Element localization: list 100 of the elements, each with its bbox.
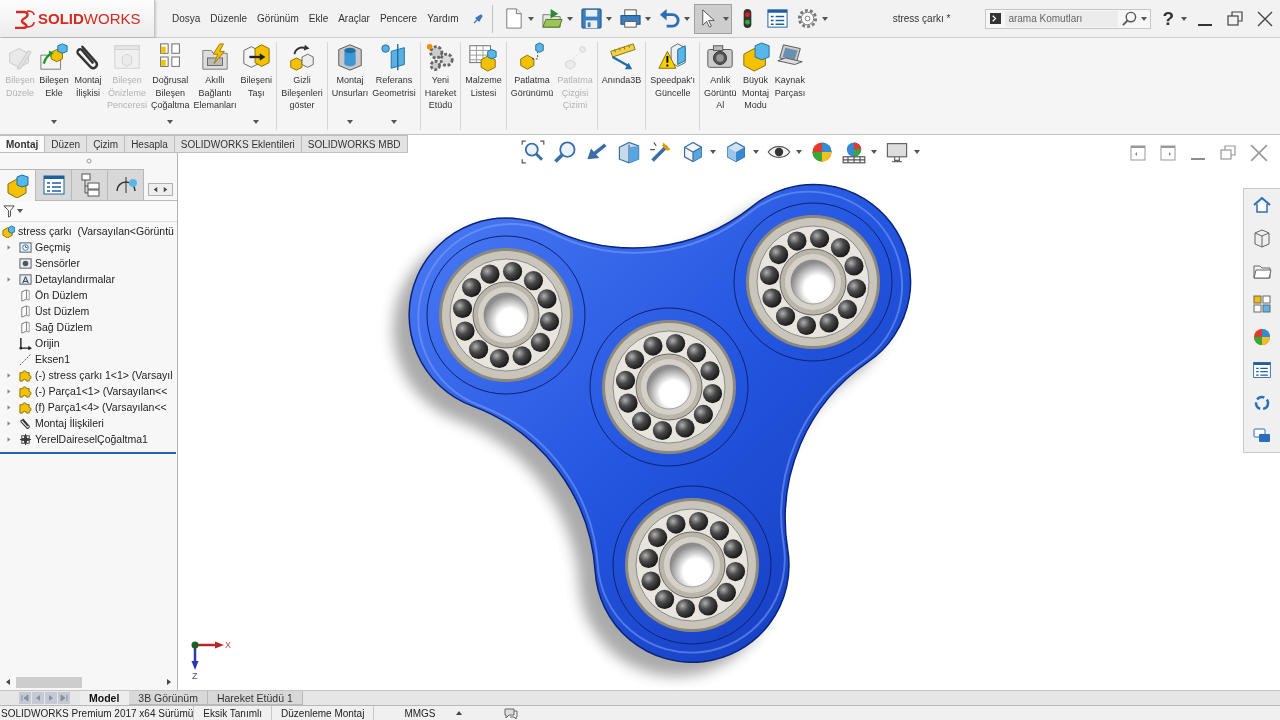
expand-arrow-icon[interactable] <box>5 435 12 443</box>
assembly-block-icon <box>5 173 30 198</box>
tree-item[interactable]: Orijin <box>3 335 60 351</box>
tree-item[interactable]: Detaylandırmalar <box>3 271 115 287</box>
tree-item[interactable]: Montaj İlişkileri <box>3 415 104 431</box>
toolbar-button[interactable] <box>693 3 732 34</box>
dashed-ring-icon[interactable] <box>1252 393 1272 413</box>
ribbon-button[interactable]: Speedpak'ı Güncelle <box>648 42 698 130</box>
ribbon-button[interactable]: Anında3B <box>599 42 644 130</box>
tile-right-icon[interactable] <box>1160 145 1176 161</box>
expand-arrow-icon[interactable] <box>5 387 12 395</box>
tab-scroller[interactable] <box>148 183 173 196</box>
ribbon-button[interactable]: Bileşeni Taşı <box>238 42 275 130</box>
ribbon-button[interactable]: Kaynak Parçası <box>772 42 808 130</box>
magnifier-frame-icon <box>521 140 545 164</box>
view-tool-button[interactable] <box>841 139 878 165</box>
ribbon-button[interactable]: Anlık Görüntü Al <box>702 42 739 130</box>
ribbon-button[interactable]: Büyük Montaj Modu <box>738 42 773 130</box>
restore-icon[interactable] <box>1220 145 1236 161</box>
command-tab[interactable]: SOLIDWORKS Eklentileri <box>174 135 302 153</box>
tree-item[interactable]: (f) Parça1<4> (Varsayılan<< <box>3 399 167 415</box>
tree-item[interactable]: Geçmiş <box>3 239 71 255</box>
ribbon-button[interactable]: Montaj Unsurları <box>329 42 371 130</box>
status-field: Düzenleme Montaj <box>271 706 374 720</box>
menu-item[interactable]: Düzenle <box>210 13 248 24</box>
scrollbar-thumb[interactable] <box>16 676 82 688</box>
tree-item[interactable]: YerelDaireselÇoğaltma1 <box>3 431 148 447</box>
ribbon-button[interactable]: Patlatma Görünümü <box>508 42 556 130</box>
command-tab[interactable]: Çizim <box>87 135 126 153</box>
box-icon[interactable] <box>1252 228 1272 248</box>
ribbon-button[interactable]: Referans Geometrisi <box>370 42 418 130</box>
x-axis-arrow <box>195 641 224 649</box>
gear-icon <box>795 7 819 30</box>
color-ball-icon[interactable] <box>1252 327 1272 347</box>
menu-item[interactable]: Ekle <box>308 13 329 24</box>
menu-item[interactable]: Yardım <box>427 13 459 24</box>
tree-item[interactable]: Sağ Düzlem <box>3 319 93 335</box>
command-tab[interactable]: Düzen <box>45 135 88 153</box>
pin-icon[interactable] <box>472 13 483 24</box>
panel-tab[interactable] <box>0 169 36 201</box>
menu-item[interactable]: Görünüm <box>257 13 299 24</box>
expand-arrow-icon[interactable] <box>5 403 12 411</box>
menu-item[interactable]: Dosya <box>172 13 201 24</box>
panel-tab[interactable] <box>36 169 72 200</box>
model-tab[interactable]: Model <box>80 691 130 705</box>
tree-item[interactable]: Sensörler <box>3 255 80 271</box>
tree-item[interactable]: Üst Düzlem <box>3 303 90 319</box>
model-tab[interactable]: Hareket Etüdü 1 <box>207 691 303 705</box>
tree-item[interactable]: (-) stress çarkı 1<1> (Varsayıl <box>3 367 173 383</box>
list-icon <box>41 173 66 197</box>
pattern-icon <box>19 432 32 446</box>
folder-letter-icon <box>19 272 32 286</box>
ribbon-button[interactable]: Yeni Hareket Etüdü <box>422 42 459 130</box>
ribbon-button[interactable]: Bileşen Ekle <box>37 42 71 130</box>
expand-arrow-icon[interactable] <box>5 243 12 251</box>
ribbon-button[interactable]: Gizli Bileşenleri göster <box>279 42 325 130</box>
command-tab[interactable]: Montaj <box>0 135 46 153</box>
model-tab[interactable]: 3B Görünüm <box>129 691 208 705</box>
axis-label: X <box>225 640 231 650</box>
search-field[interactable]: arama Komutları <box>985 8 1152 29</box>
expand-arrow-icon[interactable] <box>5 371 12 379</box>
command-tab[interactable]: SOLIDWORKS MBD <box>301 135 408 153</box>
menu-item[interactable]: Araçlar <box>338 13 370 24</box>
tree-item[interactable]: (-) Parça1<1> (Varsayılan<< <box>3 383 168 399</box>
bubble-icon[interactable] <box>503 707 518 719</box>
scroll-left-icon[interactable] <box>4 678 12 686</box>
panel-tab[interactable] <box>108 169 144 200</box>
tree-item[interactable]: Eksen1 <box>3 351 71 367</box>
caret-icon <box>1181 16 1187 21</box>
tree-item[interactable]: Ön Düzlem <box>3 287 88 303</box>
puzzle-piece-icon <box>19 368 32 382</box>
tile-left-icon[interactable] <box>1130 145 1146 161</box>
plane-icon <box>19 320 32 334</box>
home-icon[interactable] <box>1252 195 1272 215</box>
monitor-icon <box>885 140 909 164</box>
list-icon[interactable] <box>1252 360 1272 380</box>
magnifier-icon <box>553 140 577 164</box>
restore-icon[interactable] <box>1227 10 1243 27</box>
ribbon-button[interactable]: Montaj İlişkisi <box>71 42 105 130</box>
caret-up-icon <box>455 711 462 715</box>
close-icon[interactable] <box>1257 10 1273 27</box>
ribbon-button[interactable]: Malzeme Listesi <box>463 42 504 130</box>
tiles-icon[interactable] <box>1252 294 1272 314</box>
help-button[interactable]: ? <box>1159 7 1190 30</box>
panel-tab[interactable] <box>72 169 108 200</box>
expand-arrow-icon[interactable] <box>5 419 12 427</box>
ribbon-button[interactable]: Akıllı Bağlantı Elemanları <box>191 42 239 130</box>
logo-icon <box>13 8 35 29</box>
tree-item[interactable]: stress çarkı (Varsayılan<Görüntü <box>0 223 174 239</box>
puzzle-piece-icon <box>19 384 32 398</box>
menu-item[interactable]: Pencere <box>379 13 418 24</box>
command-tab[interactable]: Hesapla <box>125 135 175 153</box>
folder-arrow-icon <box>540 7 564 30</box>
filter-icon[interactable] <box>3 204 16 218</box>
scroll-right-icon[interactable] <box>165 678 173 686</box>
axis-label: Z <box>192 671 198 681</box>
units-button[interactable]: MMGS <box>373 706 474 720</box>
ribbon-button[interactable]: Doğrusal Bileşen Çoğaltma <box>149 42 192 130</box>
splitter-grip-icon[interactable] <box>85 157 92 164</box>
expand-arrow-icon[interactable] <box>5 275 12 283</box>
